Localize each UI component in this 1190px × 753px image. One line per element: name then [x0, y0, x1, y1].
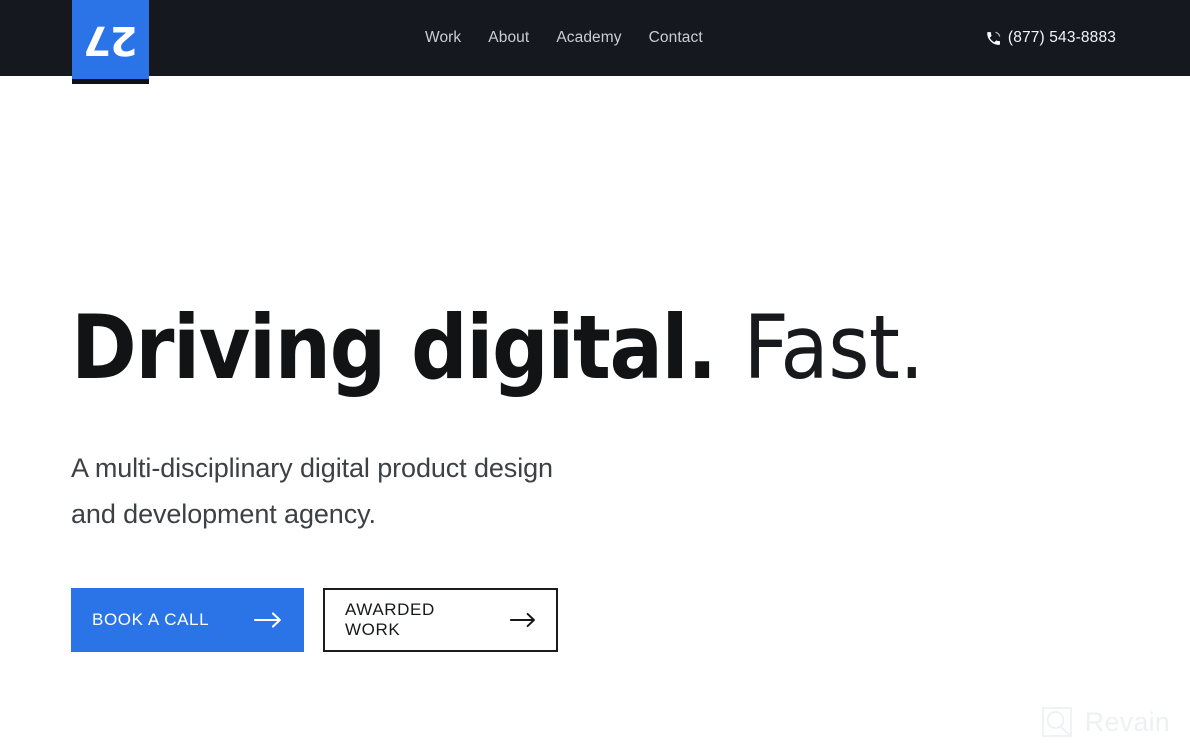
- hero-subheadline-line-2: and development agency.: [71, 498, 376, 529]
- revain-watermark-label: Revain: [1084, 706, 1170, 737]
- phone-icon: [987, 31, 1001, 45]
- arrow-right-icon: [254, 612, 281, 628]
- book-a-call-label: BOOK A CALL: [92, 610, 210, 629]
- hero-headline: Driving digital. Fast.: [71, 301, 924, 394]
- revain-watermark: Revain: [1040, 705, 1170, 739]
- site-logo[interactable]: 27: [72, 0, 149, 84]
- nav-item-academy[interactable]: Academy: [556, 29, 621, 47]
- hero-cta-group: BOOK A CALL AWARDED WORK: [71, 588, 558, 652]
- nav-item-work[interactable]: Work: [425, 29, 461, 47]
- hero-subheadline: A multi-disciplinary digital product des…: [71, 446, 553, 538]
- awarded-work-button[interactable]: AWARDED WORK: [323, 588, 558, 652]
- hero-headline-bold: Driving digital.: [71, 296, 717, 399]
- hero-subheadline-line-1: A multi-disciplinary digital product des…: [71, 453, 553, 483]
- logo-text: 27: [83, 17, 138, 63]
- logo-underline: [72, 79, 149, 84]
- nav-item-about[interactable]: About: [488, 29, 529, 47]
- nav-item-contact[interactable]: Contact: [649, 29, 703, 47]
- arrow-right-icon: [510, 612, 535, 628]
- main-navigation: Work About Academy Contact: [425, 0, 703, 76]
- book-a-call-button[interactable]: BOOK A CALL: [71, 588, 304, 652]
- revain-logo-icon: [1041, 707, 1072, 738]
- hero-section: Driving digital. Fast. A multi-disciplin…: [0, 76, 1190, 753]
- awarded-work-label: AWARDED WORK: [345, 600, 435, 639]
- phone-number-text: (877) 543-8883: [1007, 29, 1116, 46]
- hero-headline-light: Fast.: [743, 296, 924, 399]
- site-header: Work About Academy Contact (877) 543-888…: [0, 0, 1190, 76]
- header-phone-link[interactable]: (877) 543-8883: [985, 0, 1116, 76]
